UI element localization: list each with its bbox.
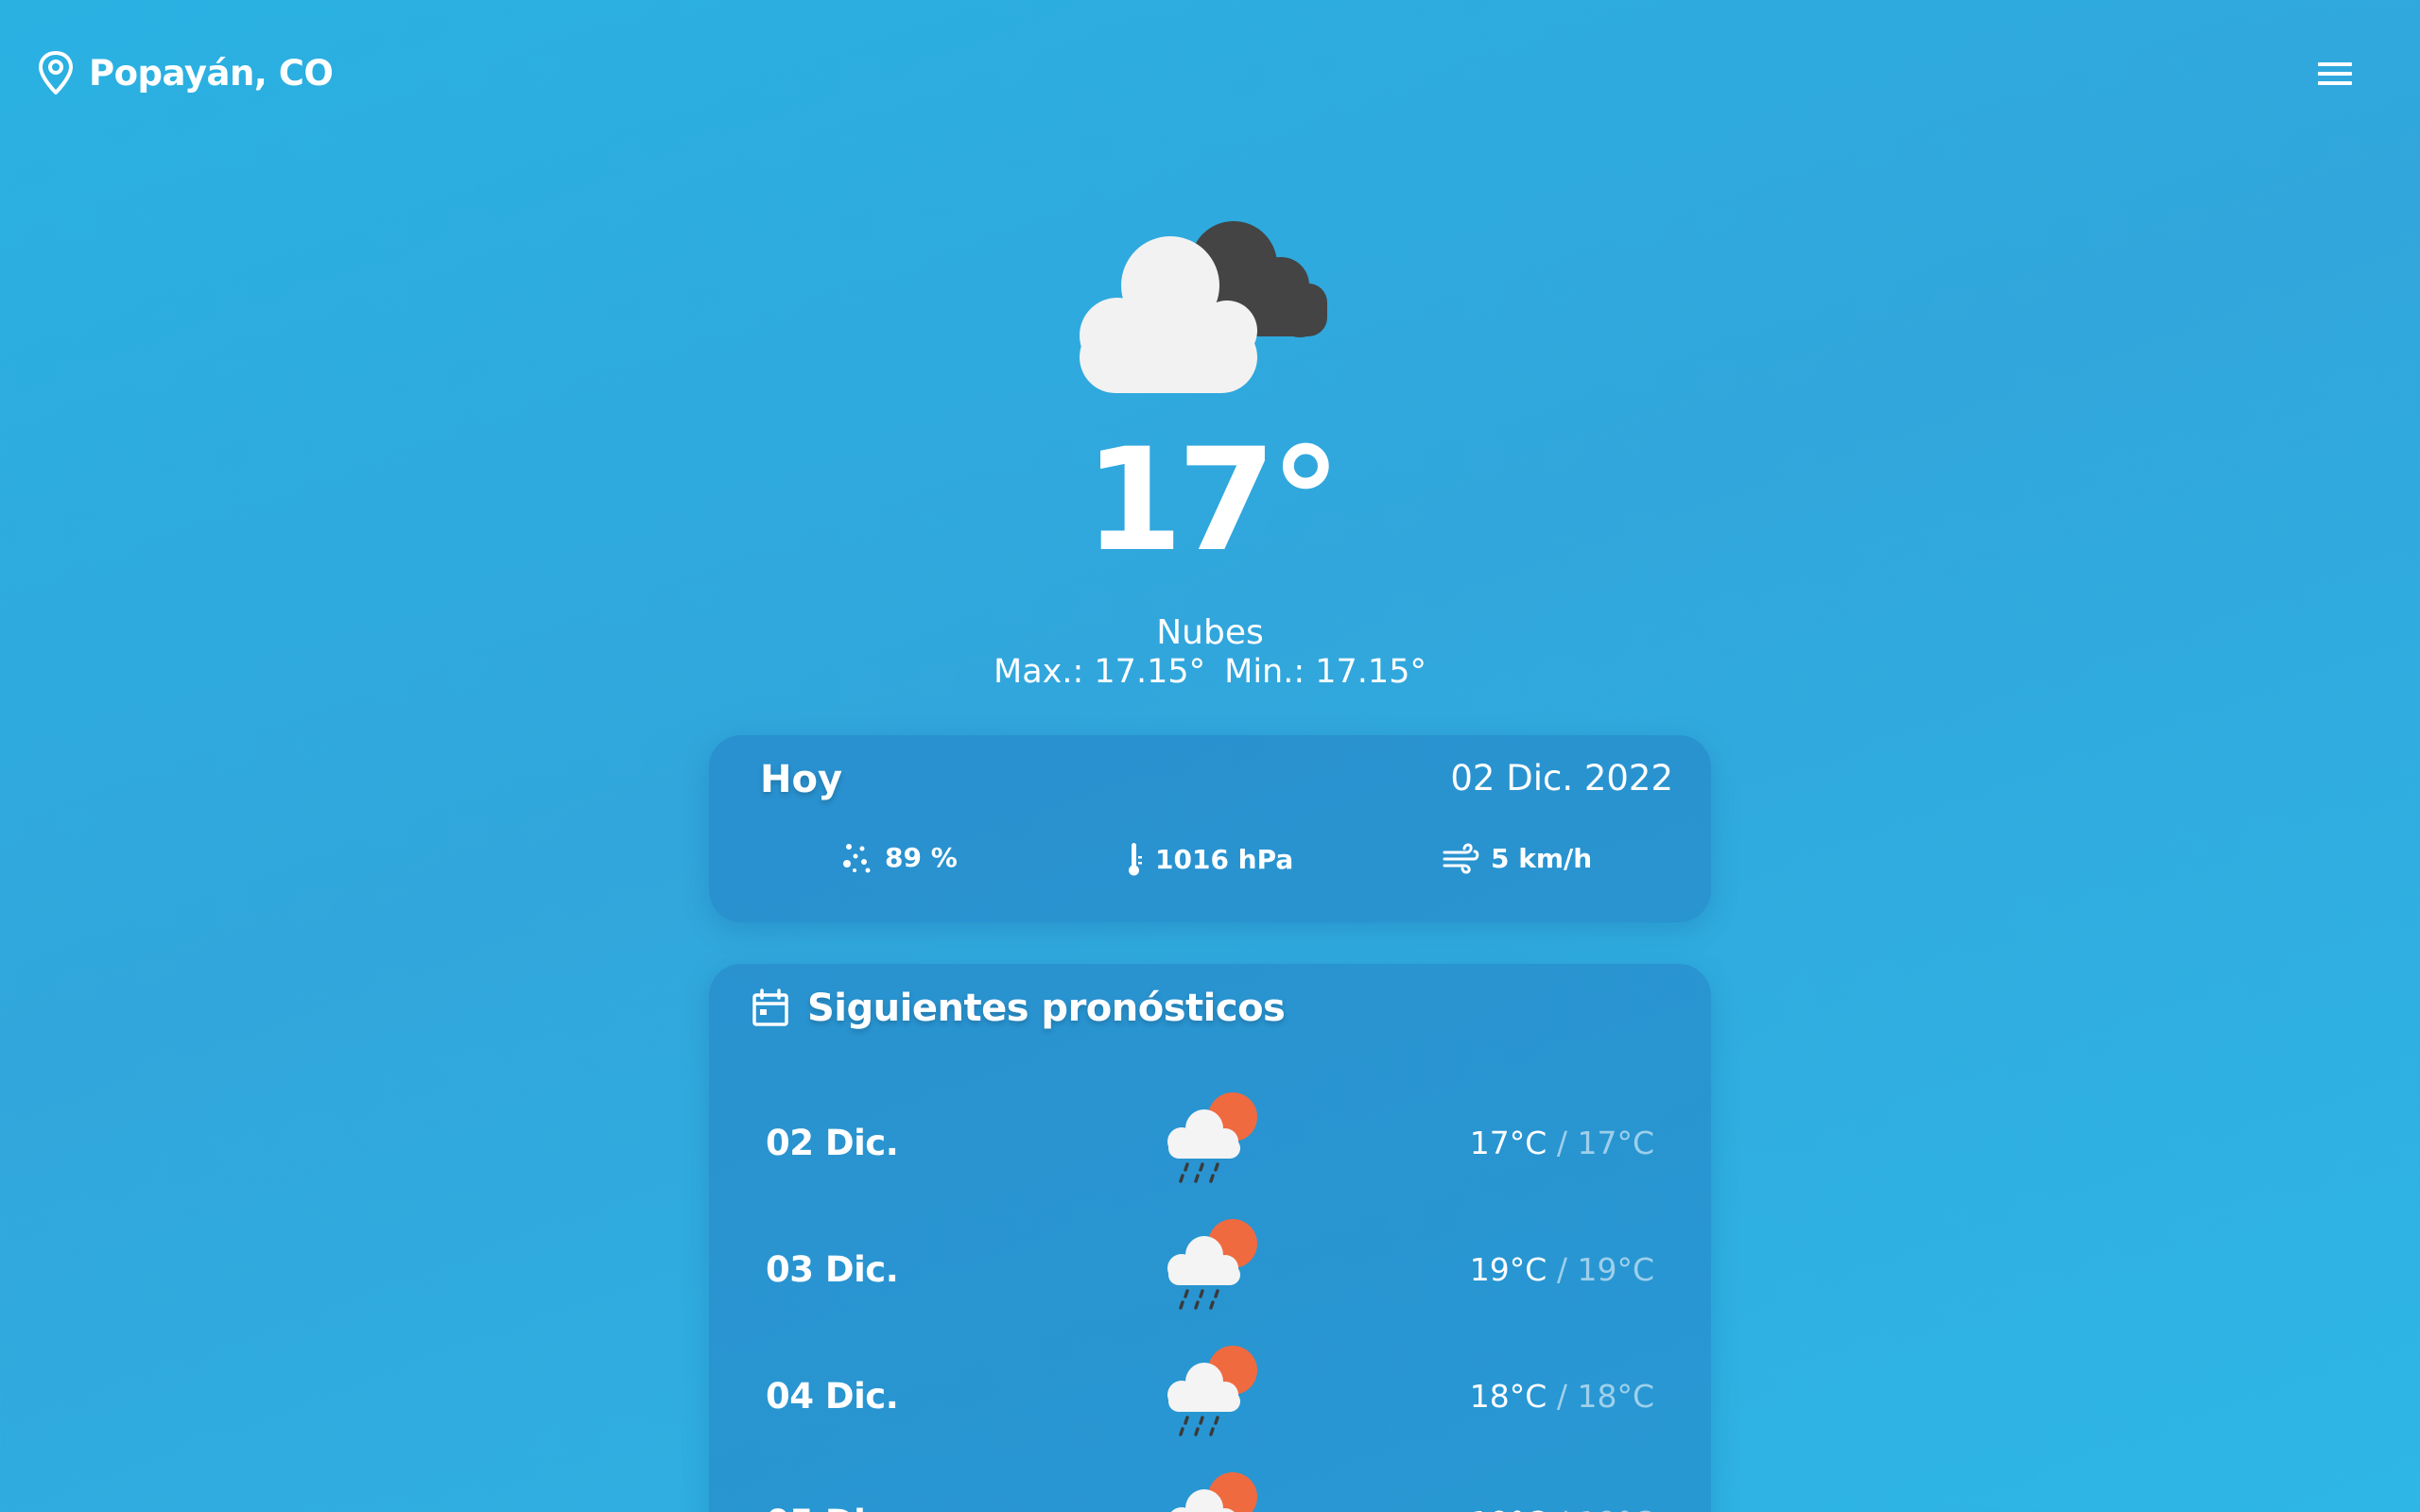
forecast-row[interactable]: 04 Dic. 18°C / 18°C [709, 1340, 1711, 1453]
forecast-low: 19°C [1577, 1251, 1654, 1288]
forecast-high: 19°C [1469, 1251, 1547, 1288]
temp-separator: / [1556, 1125, 1567, 1161]
forecast-high: 18°C [1469, 1378, 1547, 1415]
pressure-stat: 1016 hPa [1125, 841, 1293, 877]
current-temperature: 17° [1084, 419, 1341, 583]
location-name: Popayán, CO [89, 52, 334, 94]
forecast-temps: 19°C / 19°C [1470, 1251, 1654, 1288]
wind-stat: 5 km/h [1442, 841, 1592, 875]
temp-separator: / [1556, 1378, 1567, 1415]
forecast-header: Siguientes pronósticos [751, 987, 1286, 1030]
cloudy-icon [1080, 221, 1327, 393]
rain-sun-cloud-icon [1170, 1472, 1257, 1512]
hamburger-menu-icon[interactable] [2314, 59, 2356, 89]
rain-sun-cloud-icon [1167, 1219, 1257, 1310]
forecast-date: 04 Dic. [766, 1376, 899, 1417]
rain-sun-cloud-icon [1167, 1346, 1257, 1436]
temp-separator: / [1556, 1251, 1567, 1288]
wind-icon [1443, 843, 1479, 874]
forecast-low: 17°C [1577, 1125, 1654, 1161]
map-pin-icon [39, 51, 73, 94]
forecast-row[interactable]: 05 Dic. 19°C / 19°C [709, 1467, 1711, 1512]
location[interactable]: Popayán, CO [36, 49, 334, 96]
today-date: 02 Dic. 2022 [1450, 758, 1673, 799]
min-max-temperature: Max.: 17.15° Min.: 17.15° [0, 652, 2420, 692]
wind-value: 5 km/h [1491, 842, 1593, 874]
forecast-low: 18°C [1577, 1378, 1654, 1415]
today-card: Hoy 02 Dic. 2022 89 % 1016 hPa 5 km/h [709, 735, 1711, 922]
forecast-row[interactable]: 03 Dic. 19°C / 19°C [709, 1213, 1711, 1327]
calendar-icon [752, 988, 788, 1026]
forecast-date: 03 Dic. [766, 1249, 899, 1290]
forecast-row[interactable]: 02 Dic. 17°C / 17°C [709, 1087, 1711, 1200]
forecast-temps: 17°C / 17°C [1470, 1125, 1654, 1161]
forecast-low: 19°C [1577, 1504, 1654, 1512]
raindrops-icon [843, 844, 871, 873]
weather-description: Nubes [1156, 613, 1264, 652]
forecast-high: 17°C [1469, 1125, 1547, 1161]
forecast-date: 05 Dic. [766, 1503, 899, 1512]
forecast-title: Siguientes pronósticos [807, 987, 1286, 1030]
thermometer-icon [1129, 843, 1142, 876]
min-temperature: Min.: 17.15° [1224, 653, 1426, 691]
pressure-value: 1016 hPa [1155, 843, 1294, 875]
forecast-date: 02 Dic. [766, 1123, 899, 1163]
forecast-temps: 18°C / 18°C [1470, 1378, 1654, 1415]
top-bar: Popayán, CO [0, 0, 2420, 151]
rain-sun-cloud-icon [1167, 1092, 1257, 1183]
temp-separator: / [1557, 1504, 1567, 1512]
humidity-value: 89 % [885, 841, 958, 873]
max-temperature: Max.: 17.15° [994, 653, 1206, 691]
today-title: Hoy [760, 758, 843, 801]
forecast-high: 19°C [1470, 1504, 1547, 1512]
forecast-card: Siguientes pronósticos 02 Dic. 17°C / 17… [709, 964, 1711, 1512]
forecast-temps: 19°C / 19°C [1470, 1504, 1654, 1512]
humidity-stat: 89 % [841, 841, 958, 873]
